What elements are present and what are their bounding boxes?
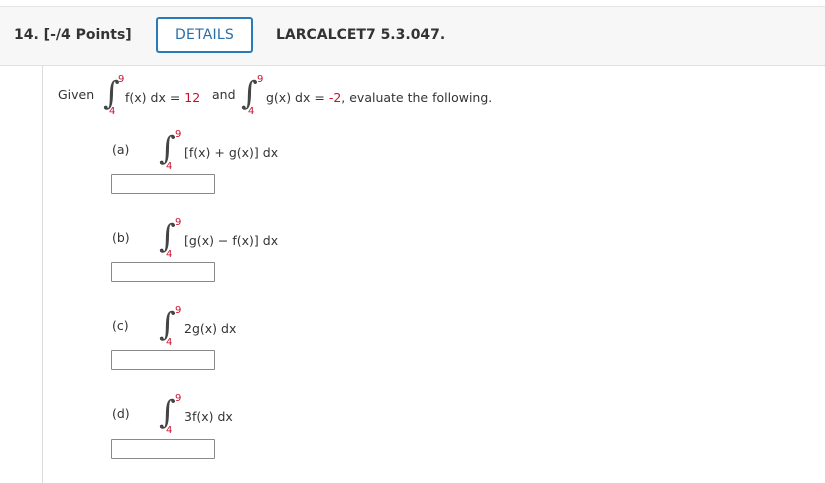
and-label: and	[212, 87, 236, 102]
part-a-label: (a)	[112, 142, 130, 157]
upper-limit-2: 9	[257, 74, 264, 85]
expression-b: [g(x) − f(x)] dx	[184, 233, 279, 248]
expression-c: 2g(x) dx	[184, 321, 237, 336]
answer-input-d[interactable]	[111, 439, 215, 459]
integral-sign-b: ∫	[159, 217, 176, 255]
integrand-2: g(x) dx = -2, evaluate the following.	[266, 90, 493, 105]
answer-input-c[interactable]	[111, 350, 215, 370]
lower-limit-2: 4	[248, 106, 255, 117]
expression-a: [f(x) + g(x)] dx	[184, 145, 279, 160]
lower-limit-c: 4	[166, 337, 173, 348]
upper-limit-d: 9	[175, 393, 182, 404]
lower-limit-b: 4	[166, 249, 173, 260]
lower-limit-d: 4	[166, 425, 173, 436]
lower-limit-a: 4	[166, 161, 173, 172]
integral-sign-a: ∫	[159, 129, 176, 167]
integral-sign-d: ∫	[159, 393, 176, 431]
answer-input-b[interactable]	[111, 262, 215, 282]
upper-limit-1: 9	[118, 74, 125, 85]
details-button[interactable]: DETAILS	[156, 17, 253, 53]
course-code: LARCALCET7 5.3.047.	[276, 27, 446, 43]
part-c-label: (c)	[112, 318, 129, 333]
question-header: 14. [-/4 Points] DETAILS LARCALCET7 5.3.…	[0, 6, 825, 66]
question-body: Given ∫ 9 4 f(x) dx = 12 and ∫ 9 4 g(x) …	[42, 66, 825, 483]
part-b-label: (b)	[112, 230, 130, 245]
integral-sign-c: ∫	[159, 305, 176, 343]
integrand-1: f(x) dx = 12	[125, 90, 201, 105]
answer-input-a[interactable]	[111, 174, 215, 194]
upper-limit-c: 9	[175, 305, 182, 316]
question-number: 14. [-/4 Points]	[14, 27, 132, 43]
part-d-label: (d)	[112, 406, 130, 421]
lower-limit-1: 4	[109, 106, 116, 117]
upper-limit-b: 9	[175, 217, 182, 228]
given-label: Given	[58, 87, 95, 102]
upper-limit-a: 9	[175, 129, 182, 140]
integral-sign-2: ∫	[241, 74, 258, 112]
expression-d: 3f(x) dx	[184, 409, 233, 424]
